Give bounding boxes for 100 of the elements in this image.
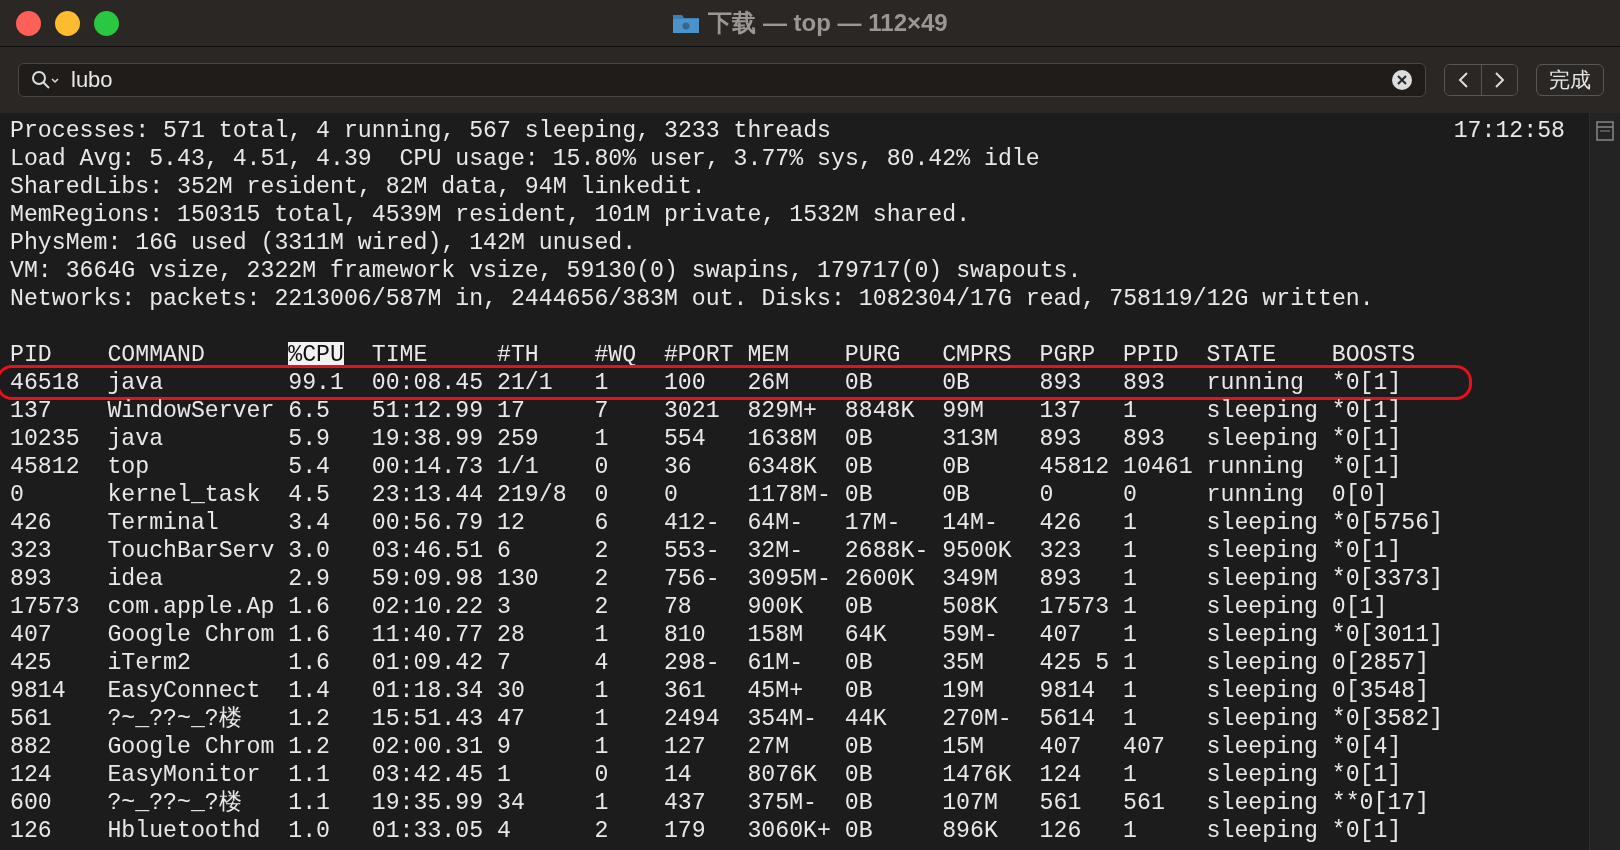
table-cell: sleeping bbox=[1206, 426, 1318, 452]
table-cell: 1 bbox=[1123, 538, 1137, 564]
table-cell: 11:40.77 bbox=[371, 622, 484, 648]
table-cell: 17573 bbox=[10, 594, 80, 620]
table-cell: 553- bbox=[663, 538, 720, 564]
table-cell: 01:18.34 bbox=[371, 678, 484, 704]
table-cell: 01:33.05 bbox=[371, 818, 484, 844]
table-cell: 3095M- bbox=[747, 566, 831, 592]
table-cell: 17573 bbox=[1039, 594, 1110, 620]
table-cell: 45M+ bbox=[747, 678, 804, 704]
table-cell: sleeping bbox=[1206, 510, 1318, 536]
split-pane-icon[interactable] bbox=[1596, 121, 1614, 141]
column-header: PGRP bbox=[1039, 342, 1096, 368]
table-cell: *0[1] bbox=[1331, 370, 1402, 396]
table-cell: 1.4 bbox=[288, 678, 331, 704]
table-cell: *0[4] bbox=[1331, 734, 1402, 760]
search-field[interactable]: lubo bbox=[18, 63, 1426, 97]
table-cell: 600 bbox=[10, 790, 52, 816]
table-cell: 1.2 bbox=[288, 734, 331, 760]
column-header: #WQ bbox=[594, 342, 637, 368]
table-cell: 19M bbox=[942, 678, 984, 704]
table-cell: 19:38.99 bbox=[371, 426, 484, 452]
table-cell: *0[1] bbox=[1331, 538, 1402, 564]
table-cell: 51:12.99 bbox=[371, 398, 484, 424]
table-cell: 1 bbox=[497, 762, 511, 788]
table-cell: 4 bbox=[497, 818, 511, 844]
table-cell: *0[1] bbox=[1331, 426, 1402, 452]
table-cell: 298- bbox=[663, 650, 720, 676]
table-cell: 47 bbox=[497, 706, 525, 732]
table-cell: top bbox=[107, 454, 150, 480]
summary-line: SharedLibs: 352M resident, 82M data, 94M linkedit. bbox=[10, 173, 706, 201]
table-cell: 107M bbox=[942, 790, 998, 816]
table-cell: 1 bbox=[1123, 398, 1137, 424]
table-cell: 44K bbox=[844, 706, 887, 732]
table-cell: 179 bbox=[663, 818, 706, 844]
table-cell: 124 bbox=[1039, 762, 1082, 788]
column-header: STATE bbox=[1206, 342, 1277, 368]
clear-icon[interactable] bbox=[1391, 69, 1413, 91]
table-cell: 2600K bbox=[844, 566, 915, 592]
table-cell: 01:09.42 bbox=[371, 650, 484, 676]
next-button[interactable] bbox=[1481, 65, 1517, 95]
table-cell: 2 bbox=[594, 566, 609, 592]
table-cell: 437 bbox=[663, 790, 706, 816]
table-cell: 810 bbox=[663, 622, 706, 648]
table-cell: 127 bbox=[663, 734, 706, 760]
minimize-button[interactable] bbox=[55, 10, 80, 36]
close-button[interactable] bbox=[16, 10, 41, 36]
table-cell: 1 bbox=[594, 622, 609, 648]
table-cell: 2 bbox=[594, 594, 609, 620]
table-cell: 561 bbox=[1123, 790, 1165, 816]
table-cell: sleeping bbox=[1206, 594, 1318, 620]
table-cell: 100 bbox=[663, 370, 706, 396]
table-cell: 1 bbox=[1123, 566, 1137, 592]
table-cell: 0B bbox=[844, 790, 873, 816]
table-cell: 6 bbox=[594, 510, 609, 536]
table-cell: 893 bbox=[1039, 566, 1082, 592]
table-cell: 407 bbox=[10, 622, 52, 648]
table-cell: 425 bbox=[10, 650, 52, 676]
table-cell: **0[17] bbox=[1331, 790, 1430, 816]
table-cell: ?~_??~_?楼 bbox=[107, 790, 242, 816]
table-cell: 0B bbox=[844, 734, 873, 760]
table-cell: 561 bbox=[10, 706, 52, 732]
table-cell: 99.1 bbox=[288, 370, 344, 396]
table-cell: *0[5756] bbox=[1331, 510, 1444, 536]
table-cell: 0 bbox=[10, 482, 24, 508]
table-cell: 158M bbox=[747, 622, 804, 648]
table-cell: 03:46.51 bbox=[371, 538, 484, 564]
table-cell: 2 bbox=[594, 538, 609, 564]
table-cell: running bbox=[1206, 482, 1304, 508]
table-cell: 0B bbox=[844, 762, 873, 788]
table-cell: 1.6 bbox=[288, 622, 331, 648]
summary-line: MemRegions: 150315 total, 4539M resident, 101M private, 1532M shared. bbox=[10, 201, 971, 229]
table-cell: sleeping bbox=[1206, 790, 1318, 816]
table-cell: 45812 bbox=[1039, 454, 1110, 480]
table-cell: 3.0 bbox=[288, 538, 331, 564]
table-cell: 893 bbox=[1039, 370, 1082, 396]
table-cell: 1 bbox=[1123, 678, 1137, 704]
table-cell: 0B bbox=[844, 818, 873, 844]
table-cell: 2.9 bbox=[288, 566, 331, 592]
table-cell: 17 bbox=[497, 398, 525, 424]
table-cell: 36 bbox=[663, 454, 692, 480]
table-cell: 34 bbox=[497, 790, 525, 816]
table-cell: 2688K- bbox=[844, 538, 929, 564]
table-cell: 02:10.22 bbox=[371, 594, 484, 620]
table-cell: Google Chrom bbox=[107, 734, 275, 760]
table-cell: 9500K bbox=[942, 538, 1012, 564]
table-cell: 126 bbox=[10, 818, 52, 844]
table-cell: 0[0] bbox=[1331, 482, 1388, 508]
table-cell: 270M- bbox=[942, 706, 1012, 732]
folder-icon bbox=[672, 12, 701, 34]
table-cell: 9814 bbox=[10, 678, 66, 704]
table-cell: 6348K bbox=[747, 454, 817, 480]
table-cell: 8848K bbox=[844, 398, 915, 424]
column-header: CMPRS bbox=[942, 342, 1012, 368]
table-cell: 1 bbox=[594, 370, 609, 396]
done-button[interactable]: 完成 bbox=[1536, 64, 1604, 96]
table-cell: *0[1] bbox=[1331, 454, 1402, 480]
zoom-button[interactable] bbox=[94, 10, 119, 36]
column-header: TIME bbox=[371, 342, 428, 368]
table-cell: TouchBarServ bbox=[107, 538, 275, 564]
